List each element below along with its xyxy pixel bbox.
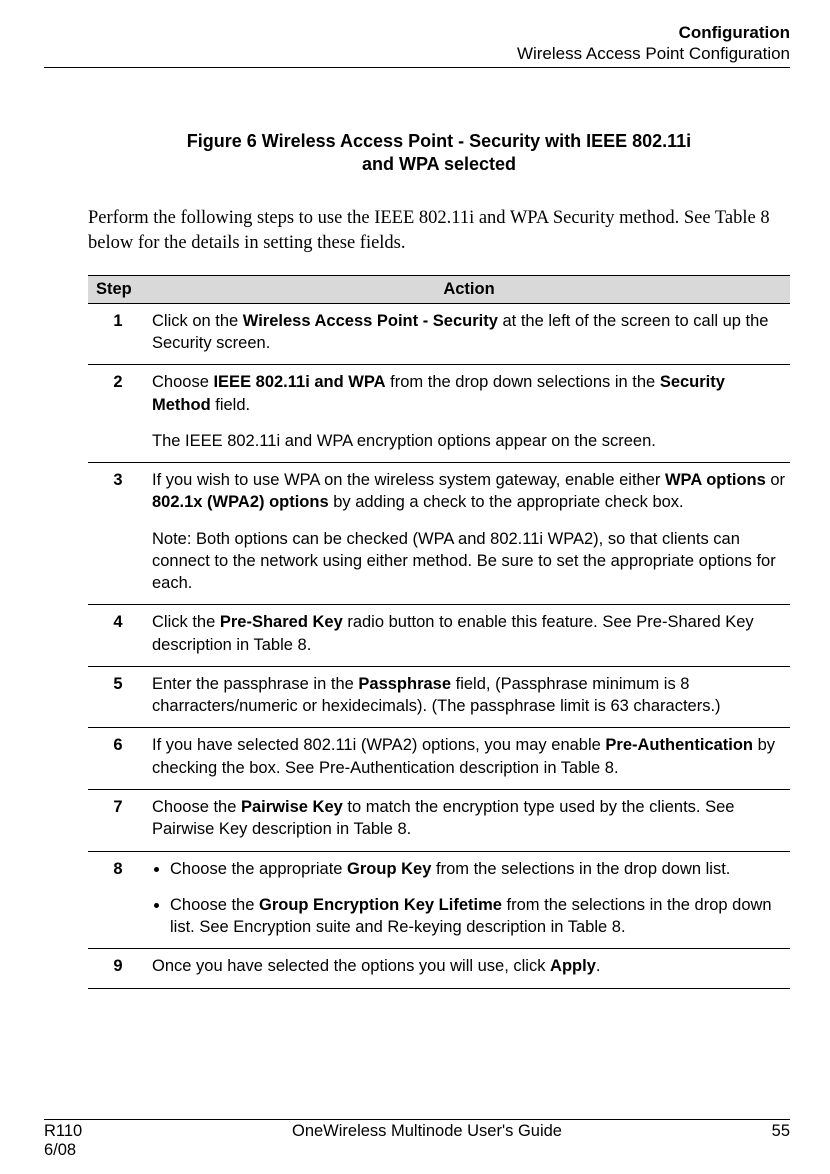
footer-left: R110 6/08 <box>44 1122 124 1160</box>
table-row: 3 If you wish to use WPA on the wireless… <box>88 463 790 605</box>
intro-paragraph: Perform the following steps to use the I… <box>88 206 790 256</box>
content: Figure 6 Wireless Access Point - Securit… <box>44 68 790 989</box>
table-header-row: Step Action <box>88 275 790 303</box>
footer-title: OneWireless Multinode User's Guide <box>124 1122 730 1160</box>
table-row: 1 Click on the Wireless Access Point - S… <box>88 303 790 365</box>
col-step: Step <box>88 275 148 303</box>
figure-caption: Figure 6 Wireless Access Point - Securit… <box>88 130 790 177</box>
steps-table: Step Action 1 Click on the Wireless Acce… <box>88 275 790 989</box>
footer-rev: R110 <box>44 1122 124 1141</box>
step-action: Once you have selected the options you w… <box>148 949 790 988</box>
step-number: 5 <box>88 666 148 728</box>
table-row: 4 Click the Pre-Shared Key radio button … <box>88 605 790 667</box>
step-action: Choose IEEE 802.11i and WPA from the dro… <box>148 365 790 463</box>
table-row: 7 Choose the Pairwise Key to match the e… <box>88 789 790 851</box>
figure-caption-line1: Figure 6 Wireless Access Point - Securit… <box>88 130 790 153</box>
step-action: Enter the passphrase in the Passphrase f… <box>148 666 790 728</box>
step-action: If you wish to use WPA on the wireless s… <box>148 463 790 605</box>
step-action: Click on the Wireless Access Point - Sec… <box>148 303 790 365</box>
header-subsection: Wireless Access Point Configuration <box>44 43 790 64</box>
step-number: 4 <box>88 605 148 667</box>
footer-date: 6/08 <box>44 1141 124 1160</box>
running-footer: R110 6/08 OneWireless Multinode User's G… <box>44 1119 790 1160</box>
step-action: Click the Pre-Shared Key radio button to… <box>148 605 790 667</box>
footer-page: 55 <box>730 1122 790 1160</box>
running-header: Configuration Wireless Access Point Conf… <box>44 22 790 65</box>
table-row: 2 Choose IEEE 802.11i and WPA from the d… <box>88 365 790 463</box>
col-action: Action <box>148 275 790 303</box>
table-row: 5 Enter the passphrase in the Passphrase… <box>88 666 790 728</box>
page: Configuration Wireless Access Point Conf… <box>0 0 830 1174</box>
step-number: 9 <box>88 949 148 988</box>
figure-caption-line2: and WPA selected <box>88 153 790 176</box>
step-number: 2 <box>88 365 148 463</box>
header-section: Configuration <box>44 22 790 43</box>
step-number: 6 <box>88 728 148 790</box>
list-item: Choose the Group Encryption Key Lifetime… <box>170 894 786 939</box>
table-row: 6 If you have selected 802.11i (WPA2) op… <box>88 728 790 790</box>
table-row: 9 Once you have selected the options you… <box>88 949 790 988</box>
step-action: If you have selected 802.11i (WPA2) opti… <box>148 728 790 790</box>
step-action: Choose the appropriate Group Key from th… <box>148 851 790 949</box>
footer-rule <box>44 1119 790 1120</box>
step-number: 7 <box>88 789 148 851</box>
list-item: Choose the appropriate Group Key from th… <box>170 858 786 880</box>
step-number: 1 <box>88 303 148 365</box>
step-action: Choose the Pairwise Key to match the enc… <box>148 789 790 851</box>
step-number: 8 <box>88 851 148 949</box>
step-number: 3 <box>88 463 148 605</box>
table-row: 8 Choose the appropriate Group Key from … <box>88 851 790 949</box>
